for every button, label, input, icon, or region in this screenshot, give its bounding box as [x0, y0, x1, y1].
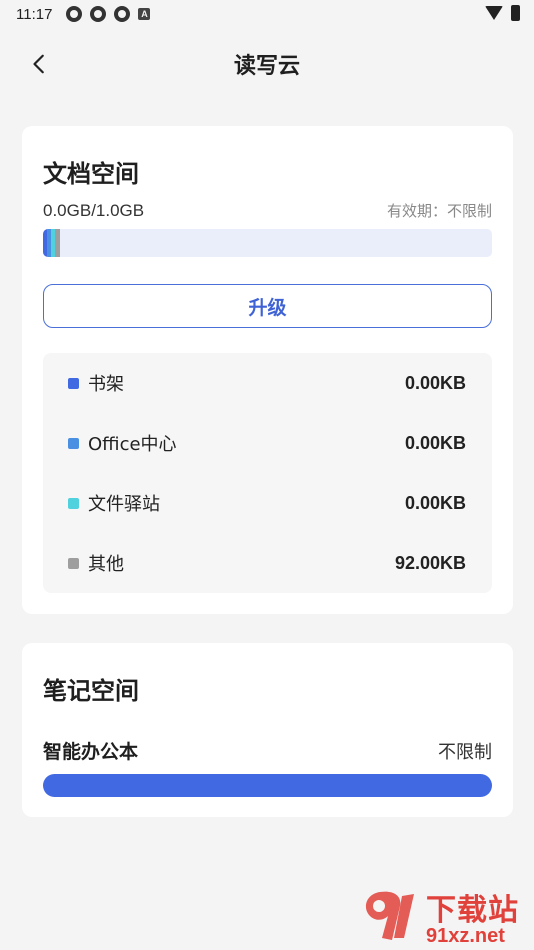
legend-dot	[68, 377, 79, 389]
storage-progress-bar	[43, 229, 492, 257]
battery-icon	[511, 5, 520, 21]
storage-breakdown: 书架 0.00KB Office中心 0.00KB 文件驿站 0.00KB 其他…	[43, 353, 492, 593]
upgrade-button[interactable]: 升级	[43, 284, 492, 328]
progress-seg-other	[55, 229, 60, 257]
header: 读写云	[0, 38, 534, 90]
status-time: 11:17	[16, 5, 53, 23]
app-notification-icon	[66, 6, 83, 22]
usage-text: 0.0GB/1.0GB	[43, 200, 145, 220]
status-bar: 11:17 A	[0, 0, 534, 28]
note-space-card: 笔记空间 智能办公本 不限制	[22, 643, 513, 817]
breakdown-value: 0.00KB	[404, 432, 466, 453]
breakdown-value: 92.00KB	[394, 552, 466, 573]
legend-dot	[68, 497, 79, 509]
doc-space-title: 文档空间	[43, 160, 139, 188]
breakdown-label: 书架	[88, 374, 124, 395]
breakdown-label: 文件驿站	[88, 494, 160, 515]
note-progress-bar	[43, 774, 492, 797]
notification-icons: A	[66, 6, 151, 22]
status-right	[485, 5, 520, 21]
watermark-logo: 下载站 91xz.net	[360, 884, 530, 948]
app-notification-icon	[90, 6, 107, 22]
watermark-91-icon	[365, 891, 414, 940]
chevron-left-icon	[33, 54, 44, 74]
breakdown-item-office[interactable]: Office中心 0.00KB	[43, 413, 492, 473]
breakdown-label: 其他	[88, 554, 124, 575]
legend-dot	[68, 437, 79, 449]
breakdown-item-bookshelf[interactable]: 书架 0.00KB	[43, 353, 492, 413]
breakdown-item-file-station[interactable]: 文件驿站 0.00KB	[43, 473, 492, 533]
note-item-row: 智能办公本 不限制	[43, 737, 492, 764]
watermark-title: 下载站	[426, 892, 519, 928]
legend-dot	[68, 557, 79, 569]
breakdown-value: 0.00KB	[404, 372, 466, 393]
breakdown-label: Office中心	[88, 434, 177, 455]
note-item-limit: 不限制	[438, 741, 492, 763]
note-item-label: 智能办公本	[43, 741, 139, 763]
watermark-text: 下载站 91xz.net	[426, 885, 519, 948]
watermark-url: 91xz.net	[426, 924, 505, 947]
note-space-title: 笔记空间	[43, 677, 139, 705]
app-notification-icon	[114, 6, 131, 22]
a-icon: A	[138, 8, 151, 20]
validity-text: 有效期：不限制	[386, 202, 492, 220]
breakdown-item-other[interactable]: 其他 92.00KB	[43, 533, 492, 593]
page-title: 读写云	[233, 54, 300, 79]
usage-row: 0.0GB/1.0GB 有效期：不限制	[43, 200, 492, 221]
wifi-icon	[485, 6, 503, 20]
back-button[interactable]	[24, 48, 56, 80]
doc-space-card: 文档空间 0.0GB/1.0GB 有效期：不限制 升级 书架 0.00KB Of…	[22, 126, 513, 614]
breakdown-value: 0.00KB	[404, 492, 466, 513]
